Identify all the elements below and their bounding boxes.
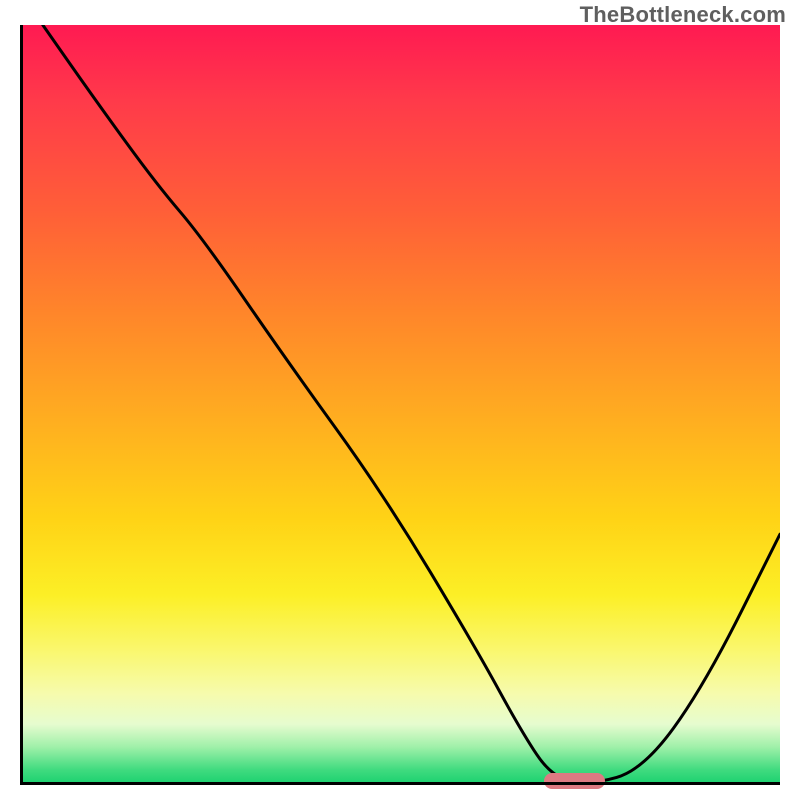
chart-container: TheBottleneck.com [0, 0, 800, 800]
x-axis-line [20, 782, 780, 785]
bottleneck-curve [43, 25, 780, 782]
plot-area [20, 25, 780, 785]
curve-svg [20, 25, 780, 785]
y-axis-line [20, 25, 23, 785]
